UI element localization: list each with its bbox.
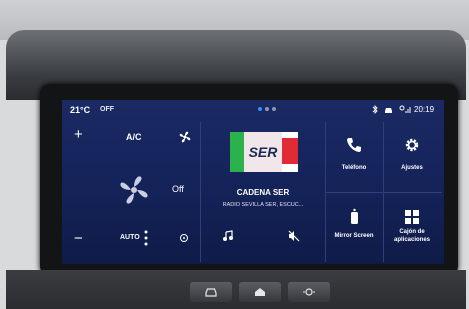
car-icon — [205, 288, 217, 297]
home-hardware-button[interactable] — [239, 282, 281, 302]
app-phone[interactable]: Teléfono — [326, 122, 382, 190]
fan-icon[interactable] — [178, 130, 192, 144]
logo-center: SER — [244, 132, 282, 172]
location-signal-icon — [399, 105, 411, 113]
climate-hardware-button[interactable] — [288, 282, 330, 302]
clock: 20:19 — [414, 105, 435, 114]
page-indicator — [258, 107, 276, 111]
divider — [326, 192, 442, 193]
home-icon — [255, 288, 265, 296]
logo-text: SER — [248, 144, 278, 160]
app-drawer-icon — [405, 210, 419, 224]
connected-car-icon — [385, 108, 392, 113]
car-hardware-button[interactable] — [190, 282, 232, 302]
recirculation-icon[interactable] — [178, 233, 190, 243]
divider — [200, 122, 201, 262]
app-settings[interactable]: Ajustes — [384, 122, 440, 190]
app-label: Cajón de aplicaciones — [393, 229, 431, 243]
page-dot — [272, 107, 276, 111]
logo-green-block — [230, 132, 244, 172]
dashboard-bottom — [6, 270, 466, 309]
temperature-down-button[interactable]: − — [74, 230, 83, 247]
app-label: Mirror Screen — [334, 233, 374, 239]
page-dot-active — [258, 107, 262, 111]
mirror-screen-icon — [351, 208, 358, 224]
page-dot — [265, 107, 269, 111]
phone-icon — [347, 138, 361, 152]
station-info: RADIO SEVILLA SER, ESCUC... — [222, 202, 304, 208]
auto-button[interactable]: AUTO — [120, 234, 140, 241]
app-drawer[interactable]: Cajón de aplicaciones — [384, 194, 440, 262]
gear-icon — [405, 138, 419, 152]
mute-icon[interactable] — [288, 230, 300, 242]
climate-panel: + A/C Off − AUTO — [66, 122, 198, 262]
fan-speed-icon[interactable] — [116, 172, 152, 208]
more-options-icon[interactable] — [144, 230, 148, 246]
ac-button[interactable]: A/C — [126, 132, 142, 142]
station-logo: SER — [230, 132, 298, 172]
infotainment-screen: 21°C OFF 20:19 + A/C Off − AUTO SER CADE… — [62, 100, 444, 264]
status-bar: 21°C OFF 20:19 — [62, 100, 444, 120]
app-grid: Teléfono Ajustes Mirror Screen Cajón de … — [326, 122, 442, 262]
app-mirror-screen[interactable]: Mirror Screen — [326, 194, 382, 262]
status-icons — [372, 105, 411, 114]
media-panel[interactable]: SER CADENA SER RADIO SEVILLA SER, ESCUC.… — [202, 122, 324, 262]
bluetooth-icon — [372, 105, 378, 114]
temperature-readout[interactable]: 21°C — [70, 105, 90, 115]
station-name: CADENA SER — [236, 188, 290, 197]
temperature-up-button[interactable]: + — [74, 126, 83, 143]
fan-state-label: Off — [172, 184, 184, 194]
app-label: Teléfono — [341, 165, 367, 171]
car-fan-icon — [303, 288, 315, 296]
app-label: Ajustes — [401, 165, 423, 171]
logo-red-block — [282, 138, 298, 164]
climate-state[interactable]: OFF — [100, 106, 114, 113]
music-note-icon[interactable] — [222, 230, 234, 242]
